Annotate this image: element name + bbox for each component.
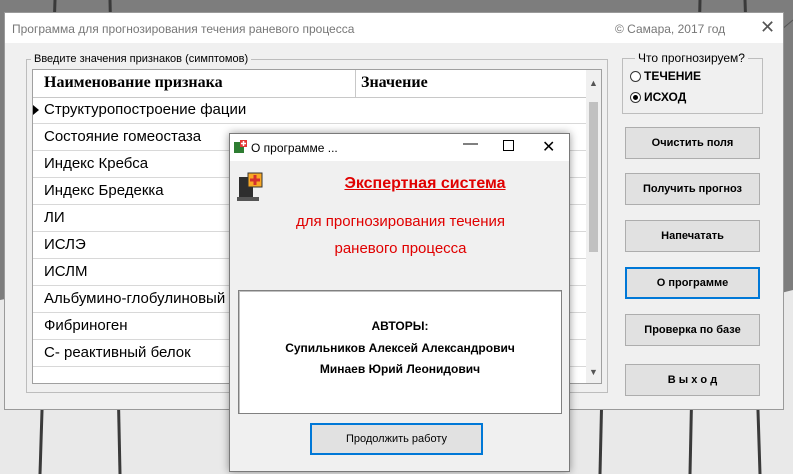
about-line-2: раневого процесса [334,240,467,257]
app-icon [234,140,247,153]
about-heading: Экспертная система [344,175,506,192]
row-name: Структуропостроение фации [44,101,247,118]
about-line-1: для прогнозирования течения [295,213,506,230]
grid-header: Наименование признака Значение [33,70,586,98]
about-dialog: О программе ... — ✕ Экспертная система д… [229,133,570,472]
row-name: Индекс Кребса [44,155,149,172]
predict-group [622,58,763,114]
row-name: Индекс Бредекка [44,182,164,199]
row-name: ИСЛЭ [44,236,86,253]
table-row[interactable]: Структуропостроение фации [33,97,586,124]
row-name: ИСЛМ [44,263,88,280]
row-name: ЛИ [44,209,65,226]
column-separator [355,70,356,97]
column-header-value[interactable]: Значение [361,74,428,92]
row-name: С- реактивный белок [44,344,191,361]
radio-option-outcome[interactable]: ИСХОД [630,90,686,104]
main-window-title: Программа для прогнозирования течения ра… [12,22,355,36]
radio-circle-icon[interactable] [630,71,641,82]
scroll-down-icon[interactable]: ▼ [589,367,598,377]
scroll-up-icon[interactable]: ▲ [589,78,598,88]
radio-selected-icon[interactable] [630,92,641,103]
minimize-icon[interactable]: — [463,135,478,152]
input-group-legend: Введите значения признаков (симптомов) [31,53,252,65]
maximize-icon[interactable] [503,140,514,151]
about-title-bar: О программе ... — ✕ [230,134,569,161]
get-prediction-button[interactable]: Получить прогноз [625,173,760,205]
grid-scrollbar[interactable]: ▲ ▼ [586,70,601,383]
microscope-icon [237,172,263,201]
author-1: Супильников Алексей Александрович [285,341,515,355]
close-icon[interactable]: ✕ [760,17,775,38]
scroll-thumb[interactable] [589,102,598,252]
main-title-bar: Программа для прогнозирования течения ра… [5,13,783,43]
radio-option-course[interactable]: ТЕЧЕНИЕ [630,69,701,83]
copyright-label: © Самара, 2017 год [615,22,726,36]
about-button[interactable]: О программе [625,267,760,299]
print-button[interactable]: Напечатать [625,220,760,252]
radio-label: ИСХОД [644,90,687,104]
row-name: Состояние гомеостаза [44,128,202,145]
check-base-button[interactable]: Проверка по базе [625,314,760,346]
authors-label: АВТОРЫ: [371,319,429,333]
radio-label: ТЕЧЕНИЕ [644,69,702,83]
continue-button[interactable]: Продолжить работу [310,423,483,455]
authors-panel: АВТОРЫ: Супильников Алексей Александрови… [238,290,562,414]
predict-group-legend: Что прогнозируем? [635,51,748,65]
about-title: О программе ... [251,141,338,155]
column-header-name[interactable]: Наименование признака [44,74,223,92]
close-icon[interactable]: ✕ [542,137,555,157]
exit-button[interactable]: В ы х о д [625,364,760,396]
row-name: Альбумино-глобулиновый [44,290,226,307]
clear-fields-button[interactable]: Очистить поля [625,127,760,159]
row-indicator-icon [33,105,39,115]
author-2: Минаев Юрий Леонидович [319,362,481,376]
row-name: Фибриноген [44,317,128,334]
